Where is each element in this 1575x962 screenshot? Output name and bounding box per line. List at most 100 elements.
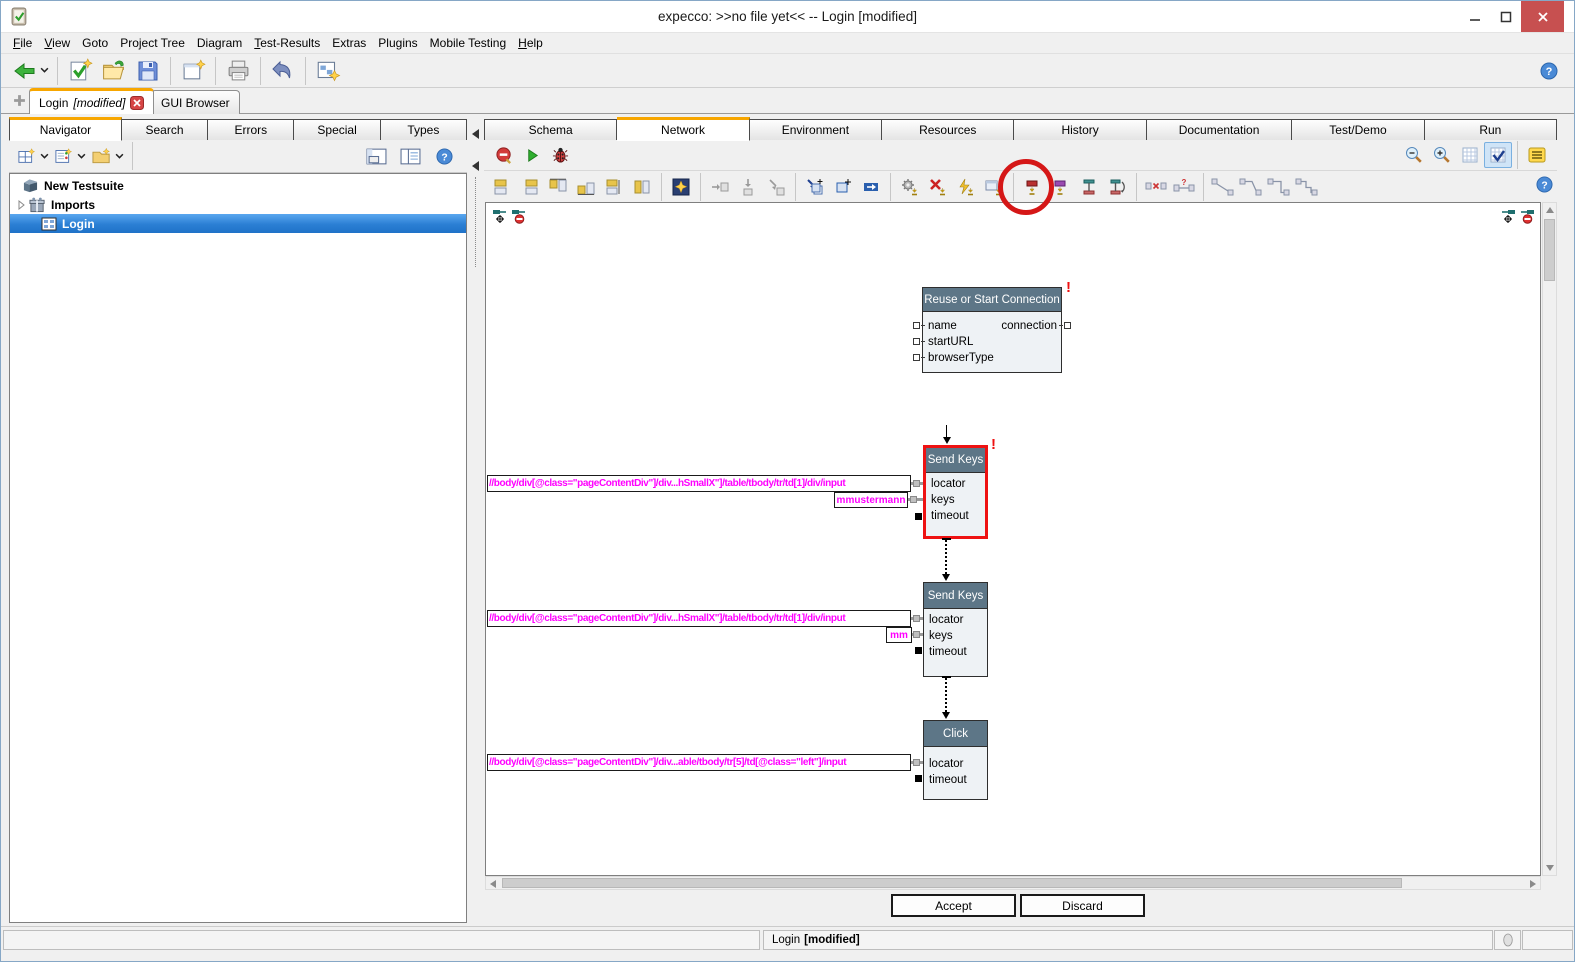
grid-button[interactable] [1456, 142, 1484, 168]
remove-output-pin-icon[interactable] [1519, 208, 1535, 224]
tab-types[interactable]: Types [380, 119, 467, 141]
new-block-icon[interactable] [801, 175, 829, 199]
back-button[interactable] [9, 56, 52, 86]
new-window-button[interactable] [176, 56, 210, 86]
panel-splitter[interactable] [467, 117, 484, 923]
connector-style-step-icon[interactable] [1265, 175, 1293, 199]
open-button[interactable] [97, 56, 131, 86]
menu-test-results[interactable]: Test-Results [248, 33, 326, 53]
save-button[interactable] [131, 56, 165, 86]
scroll-up-icon[interactable] [1546, 207, 1554, 213]
fit-diagram-icon[interactable] [667, 175, 695, 199]
connected-pin[interactable] [913, 631, 920, 638]
tab-resources[interactable]: Resources [882, 119, 1015, 141]
notes-button[interactable] [1523, 142, 1551, 168]
remove-breakpoints-button[interactable] [490, 142, 518, 168]
menu-extras[interactable]: Extras [326, 33, 372, 53]
timeout-pin[interactable] [915, 647, 922, 654]
connected-pin[interactable] [910, 496, 917, 503]
execute-anchor-icon[interactable] [952, 175, 980, 199]
tab-environment[interactable]: Environment [749, 119, 883, 141]
grid-snap-button[interactable] [1484, 142, 1512, 168]
tab-documentation[interactable]: Documentation [1146, 119, 1293, 141]
tab-history[interactable]: History [1014, 119, 1147, 141]
menu-project-tree[interactable]: Project Tree [114, 33, 191, 53]
collapse-left-icon[interactable] [472, 129, 479, 139]
close-tab-icon[interactable] [130, 95, 145, 110]
insert-input-pin-icon[interactable] [706, 175, 734, 199]
move-block-down-icon[interactable] [1019, 175, 1047, 199]
reconnect-icon[interactable]: ? [1170, 175, 1198, 199]
scroll-right-icon[interactable] [1530, 880, 1536, 888]
locator-value[interactable]: //body/div[@class="pageContentDiv"]/div.… [487, 475, 911, 492]
move-block-down-alt-icon[interactable] [1047, 175, 1075, 199]
network-canvas[interactable]: Reuse or Start Connection name connectio… [485, 202, 1541, 876]
block-send-keys-1[interactable]: Send Keys locator keys timeout [923, 445, 988, 539]
debug-button[interactable] [546, 142, 574, 168]
insert-step-icon[interactable] [734, 175, 762, 199]
zoom-in-button[interactable] [1428, 142, 1456, 168]
block-send-keys-2[interactable]: Send Keys locator keys timeout [923, 582, 988, 677]
tab-schema[interactable]: Schema [484, 119, 618, 141]
menu-diagram[interactable]: Diagram [191, 33, 248, 53]
navigator-help-button[interactable]: ? [427, 143, 461, 169]
tab-run[interactable]: Run [1424, 119, 1558, 141]
inline-block-icon[interactable] [857, 175, 885, 199]
output-pin[interactable] [1059, 322, 1071, 329]
zoom-out-button[interactable] [1400, 142, 1428, 168]
resize-vertical-icon[interactable] [1075, 175, 1103, 199]
horizontal-scrollbar[interactable] [485, 876, 1541, 890]
scrollbar-thumb[interactable] [1544, 219, 1555, 281]
connector-style-single-bend-icon[interactable] [1237, 175, 1265, 199]
expand-arrow-icon[interactable] [16, 199, 26, 210]
menu-plugins[interactable]: Plugins [372, 33, 423, 53]
scroll-left-icon[interactable] [490, 880, 496, 888]
scrollbar-thumb[interactable] [502, 878, 1402, 888]
tab-test-demo[interactable]: Test/Demo [1292, 119, 1425, 141]
tree-item-testsuite[interactable]: New Testsuite [10, 176, 466, 195]
tab-errors[interactable]: Errors [208, 119, 295, 141]
scroll-down-icon[interactable] [1546, 865, 1554, 871]
align-left-icon[interactable] [488, 175, 516, 199]
locator-value[interactable]: //body/div[@class="pageContentDiv"]/div.… [487, 610, 911, 627]
window-anchor-icon[interactable] [980, 175, 1008, 199]
resize-vertical-cycle-icon[interactable] [1103, 175, 1131, 199]
show-detail-pane-button[interactable] [359, 143, 393, 169]
tools-button[interactable] [311, 56, 345, 86]
run-button[interactable] [518, 142, 546, 168]
minimize-button[interactable] [1459, 1, 1491, 32]
print-button[interactable] [221, 56, 255, 86]
help-button[interactable]: ? [1532, 56, 1566, 86]
connected-pin[interactable] [913, 759, 920, 766]
maximize-button[interactable] [1491, 1, 1521, 32]
input-pin[interactable] [913, 354, 925, 361]
keys-value[interactable]: mm [886, 627, 912, 643]
add-input-pin-icon[interactable] [492, 208, 508, 224]
new-diagram-button[interactable] [15, 143, 52, 169]
vertical-scrollbar[interactable] [1542, 202, 1557, 876]
undo-button[interactable] [266, 56, 300, 86]
add-block-icon[interactable] [829, 175, 857, 199]
block-click[interactable]: Click locator timeout [923, 720, 988, 800]
diagram-help-button[interactable]: ? [1536, 176, 1553, 193]
insert-output-pin-icon[interactable] [762, 175, 790, 199]
tab-network[interactable]: Network [617, 117, 750, 141]
new-folder-button[interactable] [89, 143, 127, 169]
same-height-icon[interactable] [628, 175, 656, 199]
menu-file[interactable]: File [7, 33, 38, 53]
remove-input-pin-icon[interactable] [511, 208, 527, 224]
menu-mobile-testing[interactable]: Mobile Testing [424, 33, 513, 53]
tab-navigator[interactable]: Navigator [9, 117, 122, 141]
connected-pin[interactable] [913, 480, 920, 487]
block-reuse-or-start-connection[interactable]: Reuse or Start Connection name connectio… [913, 287, 1071, 373]
tab-special[interactable]: Special [294, 119, 381, 141]
tab-login[interactable]: Login [modified] [29, 88, 155, 114]
tree-item-imports[interactable]: Imports [10, 195, 466, 214]
menu-goto[interactable]: Goto [76, 33, 114, 53]
timeout-pin[interactable] [915, 775, 922, 782]
align-bottom-icon[interactable] [572, 175, 600, 199]
connector-style-direct-icon[interactable] [1209, 175, 1237, 199]
splitter-handle[interactable] [475, 177, 476, 267]
align-top-icon[interactable] [544, 175, 572, 199]
new-item-button[interactable] [52, 143, 89, 169]
